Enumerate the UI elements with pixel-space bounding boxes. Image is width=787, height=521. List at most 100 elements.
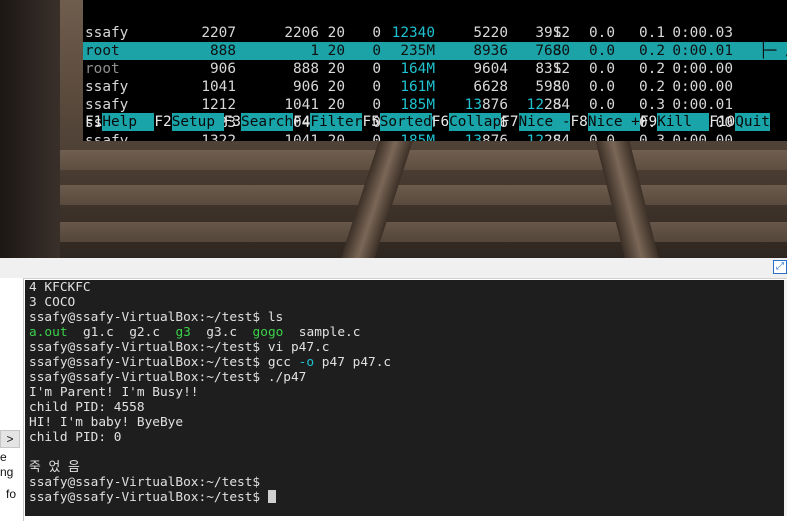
process-user: ssafy <box>85 97 129 113</box>
process-ni: 0 <box>372 79 381 95</box>
process-pid: 1322 <box>201 133 236 141</box>
file-entry: sample.c <box>298 325 361 340</box>
terminal-output[interactable]: 4 KFCKFC 3 COCO ssafy@ssafy-VirtualBox:~/t… <box>25 280 785 516</box>
file-entry: gogo <box>252 325 284 340</box>
fkey-nice-button[interactable]: Nice + <box>587 113 640 131</box>
process-mem: 0.2 <box>639 79 665 95</box>
fkey-number: F4 <box>293 114 311 130</box>
fkey-setup-button[interactable]: Setup <box>171 113 224 131</box>
process-pri: 20 <box>327 61 345 77</box>
fkey-number: F1 <box>85 114 103 130</box>
output-line: HI! I'm baby! ByeBye <box>29 415 184 430</box>
expand-arrow-icon[interactable]: > <box>0 430 20 448</box>
process-time: 0:00.01 <box>672 97 733 113</box>
function-key-bar: F1 Help F2 Setup F3 Search F4 Filter F5 Sorted F… <box>83 113 787 131</box>
fkey-number: F3 <box>223 114 242 130</box>
process-res: 13876 <box>464 97 508 113</box>
output-line: child PID: 0 <box>29 430 122 445</box>
fkey-search-button[interactable]: Search <box>241 113 294 131</box>
process-res: 13876 <box>464 133 508 141</box>
process-user: ssafy <box>85 79 129 95</box>
process-cpu: 0.0 <box>589 79 615 95</box>
file-entry: g2.c <box>129 325 161 340</box>
sidebar-text-2: ng <box>0 465 14 479</box>
shell-prompt: ssafy@ssafy-VirtualBox:~/test$ <box>29 490 261 505</box>
process-cpu: 0.0 <box>589 25 615 41</box>
process-mem: 0.3 <box>639 97 665 113</box>
process-user: ssafy <box>85 25 129 41</box>
process-cpu: 0.0 <box>589 97 615 113</box>
process-pri: 20 <box>327 43 345 59</box>
process-mem: 0.2 <box>639 61 665 77</box>
process-pid: 1041 <box>201 79 236 95</box>
process-row[interactable]: ssafy 1212 1041 20 0 185M 13876 12284 S 0.0 0.3 0:0… <box>83 96 787 114</box>
process-cpu: 0.0 <box>589 43 615 59</box>
fkey-help-button[interactable]: Help <box>102 113 155 131</box>
file-entry: g3 <box>175 325 191 340</box>
shell-prompt: ssafy@ssafy-VirtualBox:~/test$ <box>29 340 261 355</box>
process-mem: 0.1 <box>639 25 665 41</box>
process-row[interactable]: ssafy 1322 1041 20 0 185M 13876 12284 S 0.0 0.3 0:0… <box>83 132 787 141</box>
command-text: ls <box>260 310 284 325</box>
resize-icon[interactable]: ⤢ <box>773 260 787 274</box>
process-time: 0:00.00 <box>672 79 733 95</box>
left-panel-strip: e > ng fo <box>0 278 24 521</box>
htop-window[interactable]: ssafy 2207 2206 20 0 12340 5220 3912 S 0.0 0.1 0:00… <box>83 0 787 141</box>
command-text: gcc -o p47 p47.c <box>260 355 392 370</box>
command-line: ssafy@ssafy-VirtualBox:~/test$ <box>29 475 785 490</box>
process-pri: 20 <box>327 25 345 41</box>
process-virt: 12340 <box>391 25 435 41</box>
process-row[interactable]: root 906 888 20 0 164M 9604 8312 S 0.0 0.2 0:00.00 <box>83 60 787 78</box>
shell-prompt: ssafy@ssafy-VirtualBox:~/test$ <box>29 475 261 490</box>
process-ni: 0 <box>372 43 381 59</box>
process-shr: 12284 <box>526 133 570 141</box>
process-virt: 235M <box>400 43 435 59</box>
process-user: ssafy <box>85 133 129 141</box>
fkey-number: F8 <box>570 114 588 130</box>
process-virt: 161M <box>400 79 435 95</box>
fkey-filter-button[interactable]: Filter <box>310 113 363 131</box>
command-text: ./p47 <box>260 370 307 385</box>
process-res: 9604 <box>473 61 508 77</box>
fkey-number: F5 <box>362 114 380 130</box>
command-text <box>260 490 268 505</box>
command-line: ssafy@ssafy-VirtualBox:~/test$ ./p47 <box>29 370 785 385</box>
fkey-sorted-button[interactable]: Sorted <box>379 113 432 131</box>
fkey-collap-button[interactable]: Collap <box>449 113 502 131</box>
text-cursor <box>267 490 276 503</box>
process-pri: 20 <box>327 133 345 141</box>
process-ppid: 1041 <box>284 133 319 141</box>
output-line: 죽 었 음 <box>29 460 80 475</box>
wallpaper-shadow <box>0 0 60 258</box>
output-line: 4 KFCKFC <box>29 280 91 295</box>
command-text: vi p47.c <box>260 340 330 355</box>
command-line: ssafy@ssafy-VirtualBox:~/test$ <box>29 490 785 505</box>
window-separator: ⤢ <box>0 258 787 279</box>
process-s: S <box>553 43 562 59</box>
process-res: 8936 <box>473 43 508 59</box>
window-bottom-edge <box>25 516 787 521</box>
process-res: 5220 <box>473 25 508 41</box>
process-ni: 0 <box>372 61 381 77</box>
process-virt: 185M <box>400 133 435 141</box>
process-row-selected[interactable]: root 888 1 20 0 235M 8936 7680 S 0.0 0.2 0:00.01 ├─ … <box>83 42 787 60</box>
shell-prompt: ssafy@ssafy-VirtualBox:~/test$ <box>29 355 261 370</box>
process-time: 0:00.01 <box>672 43 733 59</box>
process-ppid: 906 <box>293 79 319 95</box>
process-pri: 20 <box>327 79 345 95</box>
process-ppid: 1041 <box>284 97 319 113</box>
file-entry: g1.c <box>82 325 114 340</box>
fkey-number: F2 <box>154 114 172 130</box>
process-ni: 0 <box>372 133 381 141</box>
process-time: 0:00.03 <box>672 25 733 41</box>
sidebar-text-3: fo <box>6 487 17 501</box>
fkey-quit-button[interactable]: Quit <box>735 113 770 131</box>
fkey-kill-button[interactable]: Kill <box>657 113 710 131</box>
process-row[interactable]: ssafy 2207 2206 20 0 12340 5220 3912 S 0.0 0.1 0:00… <box>83 24 787 42</box>
process-ppid: 2206 <box>284 25 319 41</box>
output-line: I'm Parent! I'm Busy!! <box>29 385 199 400</box>
process-row[interactable]: ssafy 1041 906 20 0 161M 6628 5980 S 0.0 0.2 0:00.0… <box>83 78 787 96</box>
fkey-nice-button[interactable]: Nice - <box>518 113 571 131</box>
file-entry: g3.c <box>206 325 238 340</box>
